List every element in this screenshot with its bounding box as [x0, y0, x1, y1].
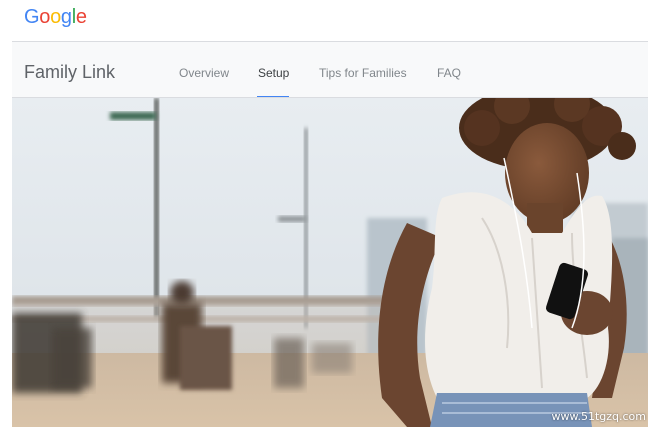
- hero-image: www.51tgzq.com: [12, 98, 648, 427]
- product-title[interactable]: Family Link: [24, 62, 115, 83]
- google-logo[interactable]: Google: [24, 6, 87, 29]
- tab-faq[interactable]: FAQ: [437, 66, 461, 80]
- logo-letter-o2: o: [50, 6, 61, 28]
- product-nav-bar: Family Link Overview Setup Tips for Fami…: [12, 42, 648, 98]
- watermark-text: www.51tgzq.com: [551, 410, 646, 423]
- tab-setup[interactable]: Setup: [258, 66, 289, 80]
- hero-photo-illustration: [12, 98, 648, 427]
- top-bar: Google: [0, 0, 650, 42]
- logo-letter-e: e: [75, 6, 87, 28]
- tab-overview[interactable]: Overview: [179, 66, 229, 80]
- logo-letter-g2: g: [60, 6, 72, 28]
- logo-letter-o1: o: [39, 6, 51, 28]
- logo-letter-g1: G: [24, 6, 40, 28]
- tab-tips-for-families[interactable]: Tips for Families: [319, 66, 407, 80]
